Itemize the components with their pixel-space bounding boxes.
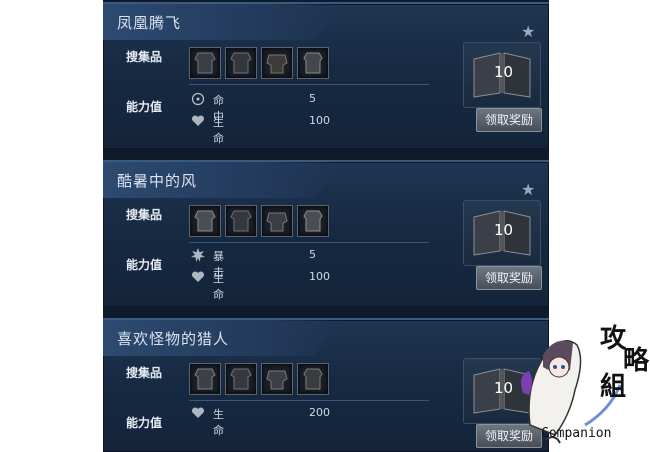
collection-label: 搜集品 bbox=[126, 208, 163, 222]
divider bbox=[189, 242, 429, 243]
collection-label: 搜集品 bbox=[126, 366, 163, 380]
reward-count: 10 bbox=[494, 221, 514, 239]
burst-icon bbox=[191, 248, 205, 262]
armor-item-slot[interactable] bbox=[297, 47, 329, 79]
armor-item-slot[interactable] bbox=[225, 47, 257, 79]
stat-value: 5 bbox=[309, 92, 316, 105]
armor-item-slot[interactable] bbox=[189, 363, 221, 395]
stat-label: 能力值 bbox=[126, 258, 163, 272]
reward-box: 10 bbox=[463, 42, 541, 108]
achievement-card: 喜欢怪物的猎人 搜集品 能力值 生命 200 10 领取奖励 bbox=[103, 318, 549, 452]
crosshair-icon bbox=[191, 92, 205, 106]
stat-name: 生命 bbox=[213, 272, 224, 301]
stat-label: 能力值 bbox=[126, 416, 163, 430]
achievement-card: 凤凰腾飞 ★ 搜集品 能力值 命中 5 生命 100 10 领取奖励 bbox=[103, 2, 549, 149]
heart-icon bbox=[191, 271, 205, 282]
watermark-char: 略 bbox=[623, 346, 650, 376]
collection-slots bbox=[189, 47, 329, 79]
stat-value: 5 bbox=[309, 248, 316, 261]
stat-name: 生命 bbox=[213, 116, 224, 145]
armor-item-slot[interactable] bbox=[261, 205, 293, 237]
claim-reward-button[interactable]: 领取奖励 bbox=[476, 266, 542, 290]
armor-item-slot[interactable] bbox=[225, 363, 257, 395]
favorite-star-icon[interactable]: ★ bbox=[521, 180, 535, 199]
claim-reward-button[interactable]: 领取奖励 bbox=[476, 108, 542, 132]
armor-item-slot[interactable] bbox=[297, 363, 329, 395]
armor-item-slot[interactable] bbox=[189, 47, 221, 79]
collection-slots bbox=[189, 205, 329, 237]
divider bbox=[189, 400, 429, 401]
armor-item-slot[interactable] bbox=[261, 363, 293, 395]
achievement-title: 酷暑中的风 bbox=[117, 172, 198, 190]
stat-value: 100 bbox=[309, 114, 330, 127]
stat-name: 生命 bbox=[213, 408, 224, 437]
reward-box: 10 bbox=[463, 200, 541, 266]
reward-count: 10 bbox=[494, 63, 514, 81]
achievement-title: 凤凰腾飞 bbox=[117, 14, 182, 32]
stat-value: 200 bbox=[309, 406, 330, 419]
favorite-star-icon[interactable]: ★ bbox=[521, 22, 535, 41]
heart-icon bbox=[191, 115, 205, 126]
armor-item-slot[interactable] bbox=[225, 205, 257, 237]
armor-item-slot[interactable] bbox=[189, 205, 221, 237]
reward-count: 10 bbox=[494, 379, 514, 397]
armor-item-slot[interactable] bbox=[297, 205, 329, 237]
collection-slots bbox=[189, 363, 329, 395]
achievement-title: 喜欢怪物的猎人 bbox=[117, 330, 230, 348]
achievement-card: 酷暑中的风 ★ 搜集品 能力值 暴击 5 生命 100 10 领取奖励 bbox=[103, 160, 549, 307]
divider bbox=[189, 84, 429, 85]
watermark-char: 組 bbox=[600, 372, 627, 402]
collection-label: 搜集品 bbox=[126, 50, 163, 64]
armor-item-slot[interactable] bbox=[261, 47, 293, 79]
stat-label: 能力值 bbox=[126, 100, 163, 114]
heart-icon bbox=[191, 407, 205, 418]
stat-value: 100 bbox=[309, 270, 330, 283]
watermark-text: Companion bbox=[541, 426, 612, 441]
